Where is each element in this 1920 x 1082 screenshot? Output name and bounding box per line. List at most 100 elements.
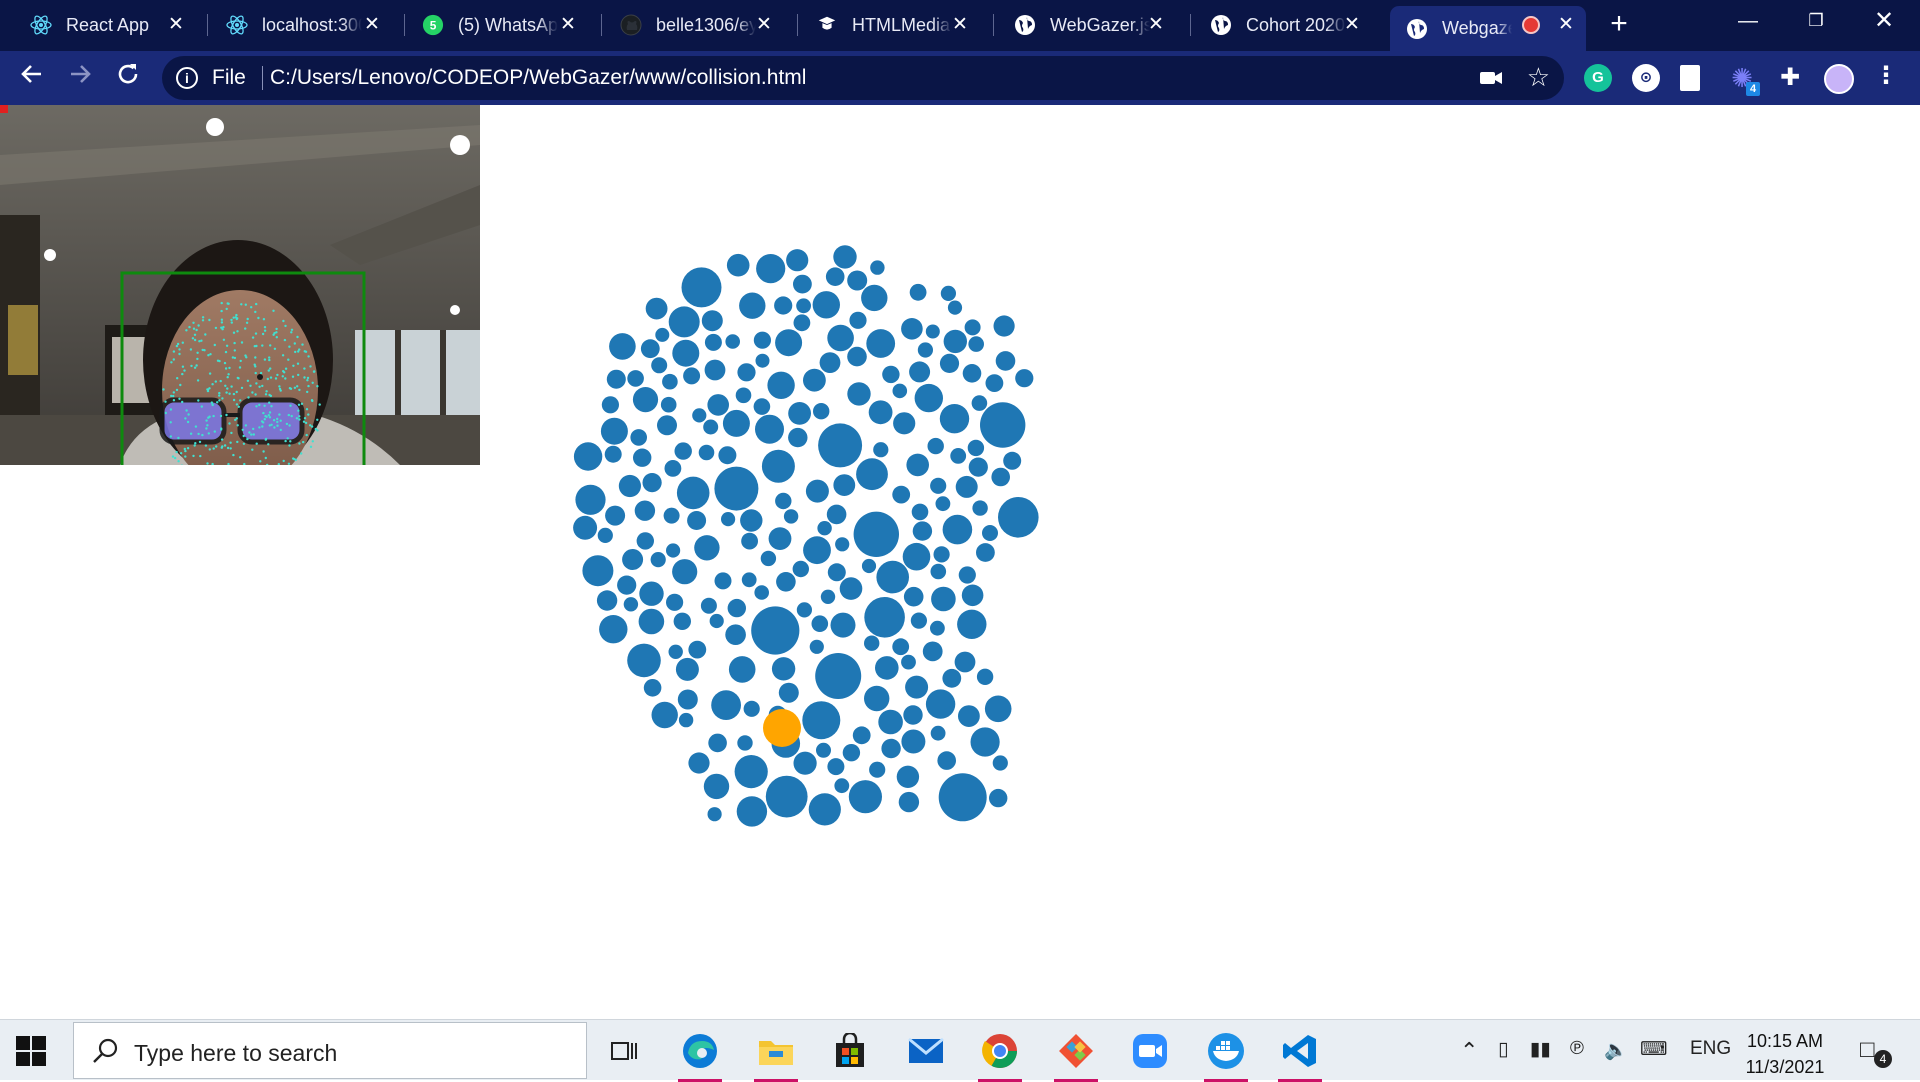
zoom-icon[interactable] bbox=[1122, 1028, 1178, 1074]
profile-avatar[interactable] bbox=[1824, 64, 1854, 94]
bubble bbox=[796, 602, 813, 618]
bubble bbox=[902, 542, 931, 571]
bubble bbox=[809, 639, 824, 654]
battery-icon[interactable]: ▮▮ bbox=[1530, 1038, 1551, 1061]
bubble bbox=[827, 758, 845, 776]
tab-github[interactable]: belle1306/eye ✕ bbox=[588, 6, 784, 44]
vscode-icon[interactable] bbox=[1272, 1028, 1328, 1082]
bubble bbox=[815, 653, 862, 699]
grammarly-icon[interactable]: G bbox=[1584, 64, 1612, 92]
globe-icon bbox=[1210, 14, 1232, 36]
bubble bbox=[964, 319, 981, 336]
bubble bbox=[805, 479, 829, 503]
edge-icon[interactable] bbox=[672, 1028, 728, 1082]
bubble bbox=[676, 476, 710, 510]
bubble bbox=[596, 590, 618, 611]
close-icon[interactable]: ✕ bbox=[1146, 15, 1166, 35]
bubble bbox=[688, 752, 710, 774]
close-icon[interactable]: ✕ bbox=[1556, 15, 1576, 35]
bubble bbox=[788, 427, 808, 448]
puzzle-burst-icon[interactable]: ✺ 4 bbox=[1728, 64, 1760, 96]
close-icon[interactable]: ✕ bbox=[362, 15, 382, 35]
close-icon[interactable]: ✕ bbox=[558, 15, 578, 35]
bubble bbox=[687, 511, 707, 530]
close-icon[interactable]: ✕ bbox=[950, 15, 970, 35]
bubble bbox=[811, 615, 829, 632]
bubble bbox=[982, 525, 998, 541]
bubble bbox=[775, 492, 792, 510]
tab-webgazer-active[interactable]: Webgazer ✕ bbox=[1390, 6, 1586, 51]
file-explorer-icon[interactable] bbox=[748, 1028, 804, 1082]
bubble bbox=[768, 527, 792, 550]
tab-htmlmediaelement[interactable]: HTMLMediaElement ✕ bbox=[784, 6, 980, 44]
bubble bbox=[873, 442, 889, 458]
ext-circle-icon[interactable]: ⊙ bbox=[1632, 64, 1660, 92]
camera-icon[interactable] bbox=[1478, 67, 1504, 89]
bubble bbox=[668, 306, 700, 338]
keyboard-icon[interactable]: ⌨ bbox=[1640, 1038, 1667, 1061]
bubble bbox=[662, 373, 678, 390]
bubble bbox=[803, 368, 826, 392]
chevron-up-icon[interactable]: ⌃ bbox=[1460, 1038, 1478, 1064]
close-window-button[interactable]: ✕ bbox=[1862, 6, 1906, 36]
bubble bbox=[892, 638, 910, 656]
bubble bbox=[864, 597, 905, 638]
chrome-icon[interactable] bbox=[972, 1028, 1028, 1082]
bubble bbox=[1003, 451, 1022, 470]
bubble bbox=[833, 245, 857, 269]
task-view-icon[interactable] bbox=[596, 1028, 652, 1074]
bubble bbox=[741, 532, 758, 550]
back-button[interactable] bbox=[14, 60, 50, 96]
address-url[interactable]: C:/Users/Lenovo/CODEOP/WebGazer/www/coll… bbox=[270, 66, 806, 90]
mail-icon[interactable] bbox=[898, 1028, 954, 1074]
bubble bbox=[914, 383, 943, 413]
clock[interactable]: 10:15 AM 11/3/2021 bbox=[1740, 1028, 1830, 1080]
doc-icon[interactable] bbox=[1680, 65, 1700, 91]
windows-start-icon[interactable] bbox=[14, 1034, 48, 1068]
info-icon[interactable]: i bbox=[176, 67, 198, 89]
bubble bbox=[925, 324, 940, 339]
bubble bbox=[753, 331, 772, 349]
bubble bbox=[892, 383, 908, 399]
close-icon[interactable]: ✕ bbox=[754, 15, 774, 35]
tab-react-app[interactable]: React App ✕ bbox=[0, 6, 196, 44]
bubble bbox=[813, 403, 830, 420]
bubble bbox=[740, 509, 763, 532]
bubble bbox=[718, 446, 737, 465]
puzzle-icon[interactable]: ✚ bbox=[1776, 64, 1804, 92]
minimize-button[interactable]: — bbox=[1726, 6, 1770, 36]
menu-kebab-icon[interactable]: ⋮ bbox=[1872, 64, 1900, 92]
bubble bbox=[992, 755, 1008, 771]
store-icon[interactable] bbox=[822, 1028, 878, 1074]
bookmark-star-icon[interactable]: ☆ bbox=[1527, 62, 1550, 93]
wifi-icon[interactable]: ℗ bbox=[1570, 1038, 1584, 1060]
bubble bbox=[700, 597, 717, 614]
bubble bbox=[912, 521, 933, 541]
git-icon[interactable] bbox=[1048, 1028, 1104, 1082]
tab-webgazer-js[interactable]: WebGazer.js ✕ bbox=[980, 6, 1176, 44]
address-bar[interactable]: i File C:/Users/Lenovo/CODEOP/WebGazer/w… bbox=[162, 56, 1564, 100]
close-icon[interactable]: ✕ bbox=[1342, 15, 1362, 35]
restore-button[interactable]: ❐ bbox=[1794, 6, 1838, 36]
taskbar-search-box[interactable]: Type here to search bbox=[73, 1022, 587, 1079]
bubble bbox=[868, 400, 893, 425]
bubble bbox=[707, 394, 729, 416]
new-tab-button[interactable]: + bbox=[1604, 9, 1634, 40]
language-indicator[interactable]: ENG bbox=[1690, 1038, 1731, 1060]
tab-localhost[interactable]: localhost:3000 ✕ bbox=[196, 6, 392, 44]
bubble bbox=[984, 695, 1012, 723]
close-icon[interactable]: ✕ bbox=[166, 15, 186, 35]
reload-button[interactable] bbox=[110, 60, 146, 96]
bubble bbox=[827, 324, 854, 352]
bubble bbox=[909, 283, 927, 301]
bubble bbox=[940, 285, 957, 301]
volume-icon[interactable]: 🔈 bbox=[1604, 1038, 1628, 1062]
meet-now-icon[interactable]: ▯ bbox=[1498, 1038, 1508, 1061]
tab-cohort-2020[interactable]: Cohort 2020 ✕ bbox=[1176, 6, 1372, 44]
tab-whatsapp[interactable]: 5 (5) WhatsApp ✕ bbox=[392, 6, 588, 44]
react-icon bbox=[30, 14, 52, 36]
forward-button[interactable] bbox=[62, 60, 98, 96]
notification-icon[interactable]: □ 4 bbox=[1860, 1036, 1892, 1068]
bubble bbox=[967, 439, 985, 457]
docker-icon[interactable] bbox=[1198, 1028, 1254, 1082]
